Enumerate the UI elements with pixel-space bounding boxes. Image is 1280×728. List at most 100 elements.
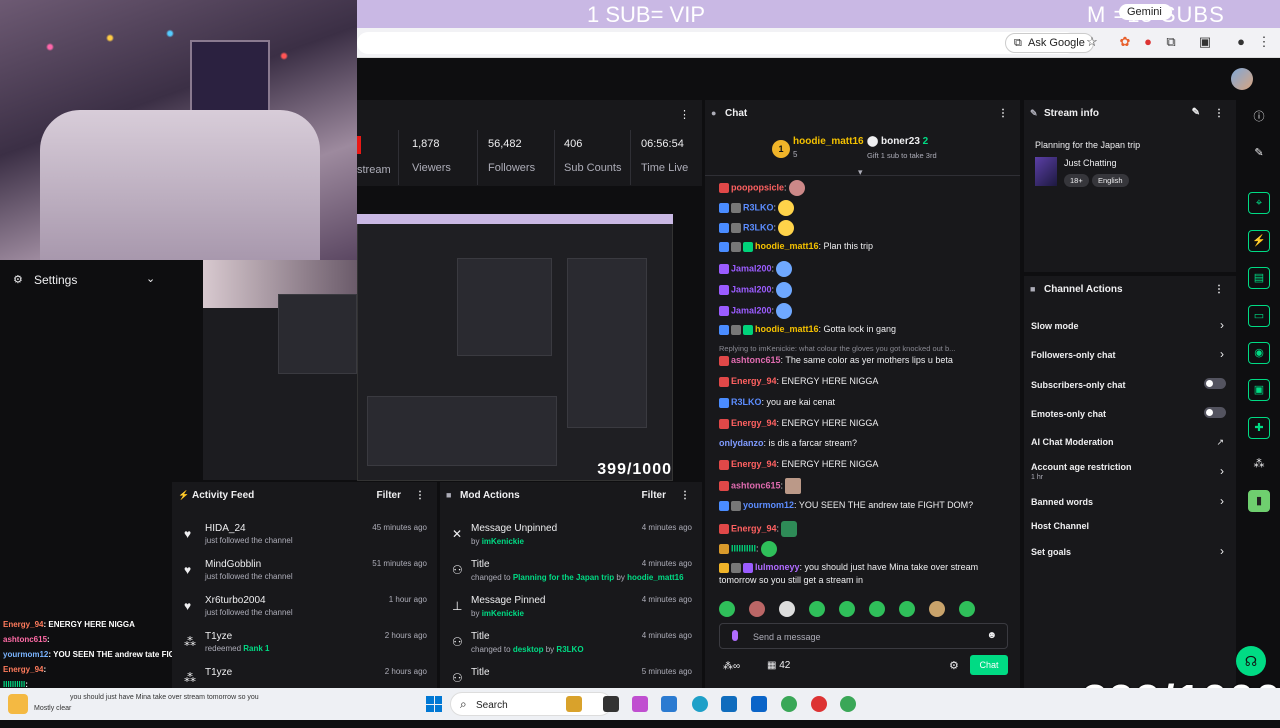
chat-message[interactable]: Energy_94: ENERGY HERE NIGGA — [719, 418, 878, 429]
task-view-icon[interactable] — [603, 696, 619, 712]
opera-icon[interactable]: ● — [1140, 34, 1156, 50]
stream-category[interactable]: Just Chatting — [1064, 158, 1117, 168]
subscribers-only-row[interactable]: Subscribers-only chat — [1031, 380, 1126, 390]
points-infinity-icon[interactable]: ⁂∞ — [723, 661, 740, 672]
chat-message[interactable]: Energy_94: — [719, 521, 798, 537]
microphone-icon[interactable] — [732, 630, 738, 641]
target-icon[interactable]: ⌖ — [1248, 192, 1270, 214]
extension-icon[interactable]: ▮ — [1248, 490, 1270, 512]
chat-message[interactable]: yourmom12: YOU SEEN THE andrew tate FIGH… — [719, 500, 973, 511]
chat-message[interactable]: R3LKO: — [719, 200, 795, 216]
pen-icon[interactable]: ✎ — [1248, 143, 1270, 165]
activity-item[interactable]: ⁂ T1yze redeemed Rank 1 2 hours ago — [172, 626, 437, 662]
stats-menu-icon[interactable]: ⋮ — [679, 108, 690, 121]
chat-message[interactable]: onlydanzo: is dis a farcar stream? — [719, 438, 857, 448]
chat-send-button[interactable]: Chat — [970, 655, 1008, 675]
taskbar-search[interactable]: Search — [450, 692, 612, 716]
chat-message[interactable]: Energy_94: ENERGY HERE NIGGA — [719, 459, 878, 470]
emotes-only-row[interactable]: Emotes-only chat — [1031, 409, 1106, 419]
chevron-right-icon[interactable]: › — [1220, 494, 1224, 508]
document-icon[interactable]: ▤ — [1248, 267, 1270, 289]
bolt-icon[interactable]: ⚡ — [1248, 230, 1270, 252]
top-gifter-name[interactable]: hoodie_matt16 — [793, 136, 864, 147]
puzzle-icon[interactable]: ⧉ — [1163, 34, 1179, 50]
followers-only-row[interactable]: Followers-only chat — [1031, 350, 1116, 360]
emote-bar[interactable] — [719, 601, 1009, 617]
chat-message[interactable]: Jamal200: — [719, 261, 793, 277]
chat-message[interactable]: hoodie_matt16: Plan this trip — [719, 241, 873, 252]
activity-item[interactable]: ♥ HIDA_24 just followed the channel 45 min… — [172, 518, 437, 554]
external-link-icon[interactable]: ↗ — [1216, 437, 1224, 448]
chrome-icon[interactable] — [840, 696, 856, 712]
wrench-icon[interactable]: ✚ — [1248, 417, 1270, 439]
chevron-right-icon[interactable]: › — [1220, 464, 1224, 478]
slow-mode-row[interactable]: Slow mode — [1031, 321, 1079, 331]
chat-message[interactable]: Jamal200: — [719, 282, 793, 298]
broadcast-icon[interactable]: ◉ — [1248, 342, 1270, 364]
store-icon[interactable] — [721, 696, 737, 712]
chat-menu-icon[interactable]: ⋮ — [998, 108, 1008, 119]
mod-menu-icon[interactable]: ⋮ — [680, 490, 690, 501]
set-goals-row[interactable]: Set goals — [1031, 547, 1071, 557]
chevron-right-icon[interactable]: › — [1220, 544, 1224, 558]
activity-filter-button[interactable]: Filter — [377, 490, 401, 501]
weather-icon[interactable] — [8, 694, 28, 714]
gemini-pill[interactable]: Gemini — [1119, 4, 1172, 20]
chat-message[interactable]: R3LKO: you are kai cenat — [719, 397, 835, 408]
chat-message[interactable]: Jamal200: — [719, 303, 793, 319]
avatar[interactable] — [1231, 68, 1253, 90]
chevron-right-icon[interactable]: › — [1220, 318, 1224, 332]
second-gifter[interactable]: ⬤ boner23 2 — [867, 136, 928, 147]
chat-message[interactable]: Energy_94: ENERGY HERE NIGGA — [719, 376, 878, 387]
chat-input[interactable]: Send a message ☻ — [719, 623, 1008, 649]
chat-message[interactable]: R3LKO: — [719, 220, 795, 236]
windows-start-icon[interactable] — [426, 696, 442, 712]
chat-message[interactable]: IIIIIIIIII: — [719, 541, 777, 557]
mod-action-item[interactable]: ✕ Message Unpinned by imKenickie 4 minut… — [440, 518, 702, 554]
activity-menu-icon[interactable]: ⋮ — [415, 490, 425, 501]
host-channel-row[interactable]: Host Channel — [1031, 521, 1089, 531]
address-bar[interactable] — [357, 32, 1077, 54]
info-icon[interactable]: ⓘ — [1248, 107, 1270, 129]
star-icon[interactable]: ☆ — [1084, 34, 1100, 50]
pencil-icon[interactable]: ✎ — [1192, 107, 1200, 118]
menu-icon[interactable]: ⋮ — [1256, 34, 1272, 50]
opera-icon[interactable] — [811, 696, 827, 712]
pin-icon[interactable]: ▾ — [858, 167, 863, 178]
subscribers-only-toggle[interactable] — [1204, 378, 1226, 389]
chat-settings-icon[interactable]: ⚙ — [949, 659, 959, 672]
tag-pill[interactable]: 18+ — [1064, 174, 1089, 187]
chat-message[interactable]: hoodie_matt16: Gotta lock in gang — [719, 324, 896, 335]
chrome-icon[interactable] — [781, 696, 797, 712]
edge-icon[interactable] — [692, 696, 708, 712]
mod-action-item[interactable]: ⊥ Message Pinned by imKenickie 4 minutes… — [440, 590, 702, 626]
tag-pill[interactable]: English — [1092, 174, 1129, 187]
chat-message[interactable]: poopopsicle: — [719, 180, 805, 196]
chat-message[interactable]: lulmoneyy: you should just have Mina tak… — [719, 562, 978, 573]
activity-item[interactable]: ♥ MindGobblin just followed the channel 51… — [172, 554, 437, 590]
mod-action-item[interactable]: ⚇ Title changed to Planning for the Japa… — [440, 554, 702, 590]
account-age-row[interactable]: Account age restriction 1 hr — [1031, 462, 1132, 481]
banned-words-row[interactable]: Banned words — [1031, 497, 1093, 507]
copilot-icon[interactable] — [632, 696, 648, 712]
user-card-icon[interactable]: ▣ — [1248, 379, 1270, 401]
mod-filter-button[interactable]: Filter — [642, 490, 666, 501]
extension-icon[interactable]: ✿ — [1117, 34, 1133, 50]
ask-google-button[interactable]: Ask Google — [1005, 33, 1094, 53]
emotes-only-toggle[interactable] — [1204, 407, 1226, 418]
mod-action-item[interactable]: ⚇ Title changed to desktop by R3LKO 4 mi… — [440, 626, 702, 662]
activity-item[interactable]: ♥ Xr6turbo2004 just followed the channel 1… — [172, 590, 437, 626]
chat-message[interactable]: ashtonc615: — [719, 478, 802, 494]
chat-message[interactable]: ashtonc615: The same color as yer mother… — [719, 355, 953, 366]
help-icon[interactable]: ☊ — [1236, 646, 1266, 676]
profile-icon[interactable]: ● — [1233, 34, 1249, 50]
channel-actions-menu-icon[interactable]: ⋮ — [1214, 284, 1224, 295]
outlook-icon[interactable] — [751, 696, 767, 712]
chevron-right-icon[interactable]: › — [1220, 347, 1224, 361]
emoji-icon[interactable]: ☻ — [986, 630, 997, 641]
ai-moderation-row[interactable]: AI Chat Moderation — [1031, 437, 1114, 447]
app-icon[interactable] — [661, 696, 677, 712]
chevron-down-icon[interactable]: ⌄ — [146, 272, 160, 285]
chat-icon[interactable]: ▭ — [1248, 305, 1270, 327]
points-icon[interactable]: ⁂ — [1248, 454, 1270, 476]
